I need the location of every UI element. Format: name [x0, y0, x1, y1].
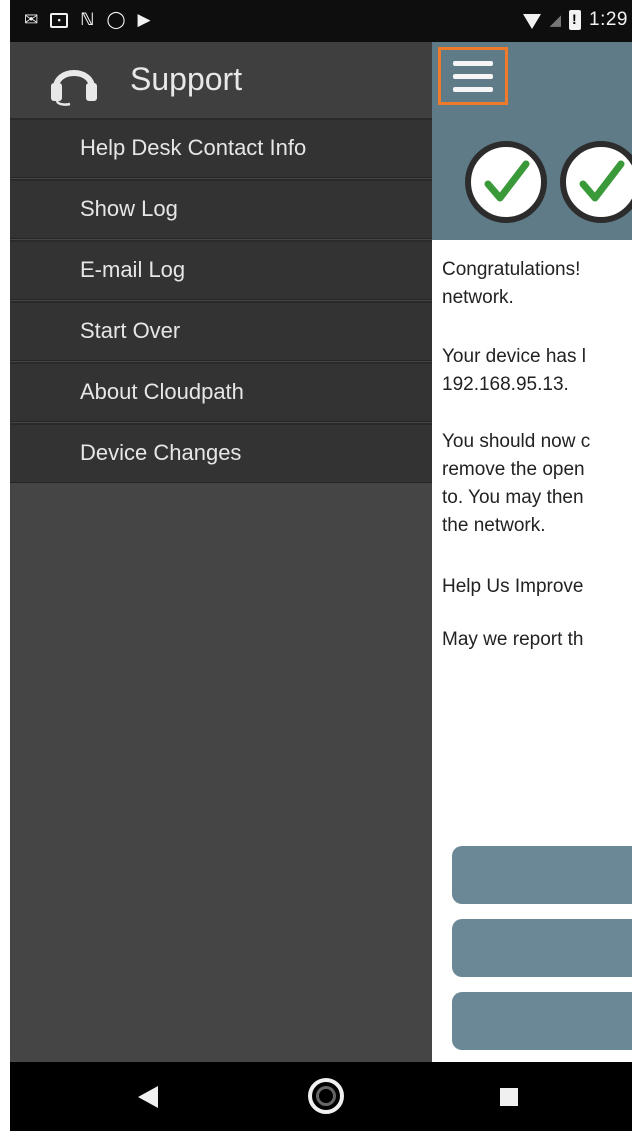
status-indicators: ◢ 1:29 [523, 9, 628, 31]
main-content: Congratulations! network. Your device ha… [432, 240, 632, 1062]
cast-icon: ▶ [137, 10, 151, 29]
menu-icon-bar [453, 86, 493, 92]
menu-icon-bar [453, 60, 493, 66]
text-line: You should now c [442, 431, 591, 452]
ip-address-text: Your device has l 192.168.95.13. [442, 343, 632, 399]
drawer-item-label: Start Over [80, 318, 181, 343]
drawer-item-show-log[interactable]: Show Log [10, 179, 432, 239]
phone-screen: ✉ • ℕ ◯ ▶ ◢ 1:29 Congratulations! networ… [10, 0, 632, 1131]
back-icon[interactable] [138, 1086, 158, 1108]
text-line: Help Us Improve [442, 576, 584, 597]
drawer-item-start-over[interactable]: Start Over [10, 301, 432, 361]
recents-icon[interactable] [500, 1088, 518, 1106]
instructions-text: You should now c remove the open to. You… [442, 428, 632, 540]
no-signal-icon: ◢ [549, 12, 562, 29]
congratulations-text: Congratulations! network. [442, 256, 632, 312]
gmail-icon: ✉ [24, 10, 39, 29]
drawer-item-email-log[interactable]: E-mail Log [10, 240, 432, 300]
drawer-header: Support [10, 42, 432, 118]
text-line: Your device has l [442, 346, 587, 367]
drawer-title: Support [130, 61, 243, 97]
notification-icons: ✉ • ℕ ◯ ▶ [24, 10, 151, 30]
drawer-item-label: About Cloudpath [80, 379, 244, 404]
action-button-2[interactable] [452, 919, 632, 977]
drawer-item-label: E-mail Log [80, 257, 186, 282]
text-line: Congratulations! [442, 259, 581, 280]
help-improve-heading: Help Us Improve [442, 573, 632, 601]
text-line: May we report th [442, 629, 584, 650]
drawer-item-device-changes[interactable]: Device Changes [10, 423, 432, 483]
status-bar: ✉ • ℕ ◯ ▶ ◢ 1:29 [10, 0, 632, 42]
check-icon [560, 141, 632, 223]
wifi-icon [523, 13, 542, 29]
system-nav-bar [10, 1062, 632, 1131]
menu-icon-bar [453, 73, 493, 79]
action-button-1[interactable]: V [452, 846, 632, 904]
drawer-item-label: Show Log [80, 196, 178, 221]
menu-button[interactable] [438, 47, 508, 105]
text-line: network. [442, 287, 514, 308]
report-question-text: May we report th [442, 626, 632, 654]
navigation-drawer: Support Help Desk Contact Info Show Log … [10, 42, 432, 1062]
action-button-3[interactable] [452, 992, 632, 1050]
text-line: remove the open [442, 459, 585, 480]
battery-alert-icon [569, 10, 582, 30]
text-line: to. You may then [442, 487, 584, 508]
drawer-item-label: Device Changes [80, 440, 242, 465]
n-icon: ℕ [80, 10, 95, 29]
sim-icon: • [50, 12, 69, 28]
headset-icon [51, 70, 97, 106]
drawer-item-label: Help Desk Contact Info [80, 135, 307, 160]
home-icon[interactable] [308, 1078, 344, 1114]
clock: 1:29 [589, 9, 628, 30]
alarm-icon: ◯ [106, 10, 126, 29]
text-line: 192.168.95.13. [442, 374, 569, 395]
text-line: the network. [442, 515, 546, 536]
drawer-item-about-cloudpath[interactable]: About Cloudpath [10, 362, 432, 422]
check-icon [465, 141, 547, 223]
drawer-item-help-desk-contact-info[interactable]: Help Desk Contact Info [10, 118, 432, 178]
